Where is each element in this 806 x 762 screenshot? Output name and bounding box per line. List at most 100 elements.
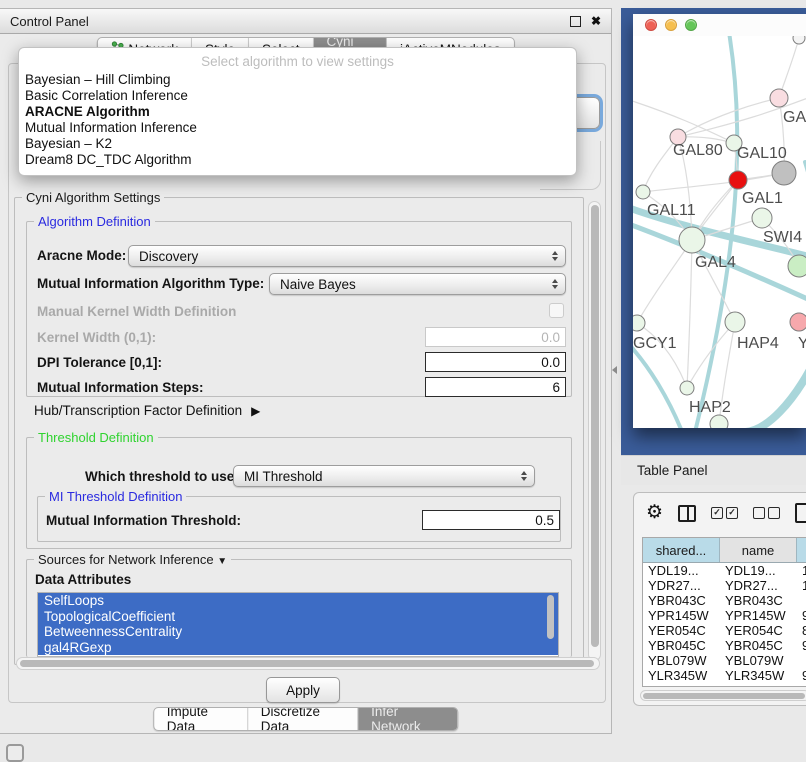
table-row[interactable]: YBR043CYBR043C (643, 593, 806, 608)
network-window-titlebar (633, 14, 806, 36)
which-threshold-combo[interactable]: MI Threshold (233, 465, 535, 487)
attribute-selfloops[interactable]: SelfLoops (38, 593, 558, 609)
hub-tf-definition-toggle[interactable]: Hub/Transcription Factor Definition ▶ (34, 403, 260, 418)
table-toolbar: ⚙ ✓ ✓ (646, 501, 806, 525)
table-row[interactable]: YDL19...YDL19...13 (643, 563, 806, 578)
algorithm-option-bayesian-k2[interactable]: Bayesian – K2 (19, 136, 576, 152)
manual-kernel-label: Manual Kernel Width Definition (37, 304, 236, 319)
tab-label: Discretize Data (261, 707, 344, 731)
panel-splitter-arrow[interactable] (612, 366, 617, 374)
table-cell: 9. (797, 638, 806, 653)
close-traffic-light-icon[interactable] (645, 19, 657, 31)
collapsed-panel-icon[interactable] (6, 744, 24, 762)
data-attributes-label: Data Attributes (35, 572, 131, 587)
table-row[interactable]: YPR145WYPR145W9. (643, 608, 806, 623)
table-cell: YDR27... (643, 578, 720, 593)
mi-threshold-group-title: MI Threshold Definition (45, 489, 186, 504)
table-horizontal-scrollbar (640, 690, 806, 701)
column-header-shared[interactable]: shared... (643, 538, 720, 562)
sources-group-title: Sources for Network Inference ▼ (34, 552, 231, 567)
table-cell: YER054C (643, 623, 720, 638)
column-header-name[interactable]: name (720, 538, 797, 562)
bottom-tab-infer-network[interactable]: Infer Network (358, 708, 457, 730)
minimize-traffic-light-icon[interactable] (665, 19, 677, 31)
network-canvas[interactable]: GALGAL80GAL10GAL1GAL11SWI4GAL4GCY1HAP4YH… (633, 36, 806, 428)
table-cell: YBR045C (643, 638, 720, 653)
algorithm-option-aracne-algorithm[interactable]: ARACNE Algorithm (19, 104, 576, 120)
network-edge (741, 354, 806, 428)
zoom-traffic-light-icon[interactable] (685, 19, 697, 31)
algorithm-dropdown-popup: Select algorithm to view settings Bayesi… (18, 47, 577, 176)
table-cell: YER054C (720, 623, 797, 638)
node-label: GAL1 (742, 190, 783, 207)
table-row[interactable]: YLR345WYLR345W9. (643, 668, 806, 683)
network-desktop-background: GALGAL80GAL10GAL1GAL11SWI4GAL4GCY1HAP4YH… (621, 8, 806, 455)
network-node-swi4[interactable] (788, 255, 806, 277)
table-row[interactable]: YBL079WYBL079W (643, 653, 806, 668)
table-row[interactable]: YDR27...YDR27...12 (643, 578, 806, 593)
node-label: GAL (783, 109, 806, 126)
data-attributes-list: SelfLoopsTopologicalCoefficientBetweenne… (37, 592, 559, 657)
attribute-topologicalcoefficient[interactable]: TopologicalCoefficient (38, 609, 558, 625)
select-all-icon[interactable]: ✓ ✓ (711, 507, 738, 519)
network-node-gal4[interactable] (679, 227, 705, 253)
deselect-all-icon[interactable] (753, 507, 780, 519)
bottom-tab-discretize-data[interactable]: Discretize Data (248, 708, 358, 730)
attribute-betweennesscentrality[interactable]: BetweennessCentrality (38, 624, 558, 640)
table-row[interactable]: YER054CYER054C8. (643, 623, 806, 638)
table-hscroll-thumb[interactable] (643, 693, 805, 699)
table-row[interactable]: YBR045CYBR045C9. (643, 638, 806, 653)
algorithm-option-basic-correlation-inference[interactable]: Basic Correlation Inference (19, 88, 576, 104)
split-columns-icon[interactable] (678, 505, 696, 522)
table-cell: YBR043C (643, 593, 720, 608)
network-node-gal[interactable] (770, 89, 788, 107)
network-edge (637, 323, 687, 388)
network-node-hap4[interactable] (725, 312, 745, 332)
network-node-gal1[interactable] (752, 208, 772, 228)
attr-list-vscroll-thumb[interactable] (547, 595, 554, 639)
settings-vscroll-thumb[interactable] (591, 205, 599, 647)
network-node[interactable] (793, 36, 805, 44)
table-cell: 9. (797, 608, 806, 623)
table-row[interactable]: YIL052CYIL052C9. (643, 683, 806, 687)
gear-icon[interactable]: ⚙ (646, 502, 663, 524)
chevron-right-icon: ▶ (251, 404, 260, 418)
algorithm-definition-group: Algorithm Definition Aracne Mode: Discov… (26, 221, 572, 397)
network-view-window: GALGAL80GAL10GAL1GAL11SWI4GAL4GCY1HAP4YH… (633, 14, 806, 428)
node-label: Y (798, 335, 806, 352)
dpi-tolerance-field[interactable] (425, 352, 566, 372)
unchecked-box-icon (768, 507, 780, 519)
table-cell: YIL052C (643, 683, 720, 687)
new-document-icon[interactable] (795, 503, 806, 523)
column-header-a[interactable]: A (797, 538, 806, 562)
bottom-tab-impute-data[interactable]: Impute Data (154, 708, 248, 730)
table-cell: 8. (797, 623, 806, 638)
aracne-mode-combo[interactable]: Discovery (128, 245, 566, 267)
network-node-gcy1[interactable] (633, 315, 645, 331)
network-node-gal11[interactable] (636, 185, 650, 199)
algorithm-option-mutual-information-inference[interactable]: Mutual Information Inference (19, 120, 576, 136)
network-node-y[interactable] (790, 313, 806, 331)
table-cell: YBL079W (720, 653, 797, 668)
apply-button[interactable]: Apply (266, 677, 340, 703)
node-label: HAP4 (737, 335, 779, 352)
network-node[interactable] (710, 415, 728, 428)
mi-steps-field[interactable] (425, 377, 566, 397)
mi-threshold-field[interactable] (422, 510, 560, 530)
table-cell: YDL19... (720, 563, 797, 578)
table-cell: 12 (797, 578, 806, 593)
algorithm-option-bayesian-hill-climbing[interactable]: Bayesian – Hill Climbing (19, 72, 576, 88)
network-node[interactable] (729, 171, 747, 189)
network-node-hap2[interactable] (680, 381, 694, 395)
table-body: YDL19...YDL19...13YDR27...YDR27...12YBR0… (643, 563, 806, 687)
table-cell: YBR043C (720, 593, 797, 608)
network-node[interactable] (772, 161, 796, 185)
attribute-gal4rgexp[interactable]: gal4RGexp (38, 640, 558, 656)
algorithm-option-dream8-dc-tdc-algorithm[interactable]: Dream8 DC_TDC Algorithm (19, 152, 576, 168)
float-window-icon[interactable] (570, 16, 581, 27)
mi-algorithm-type-combo[interactable]: Naive Bayes (269, 273, 566, 295)
chevron-down-icon[interactable]: ▼ (217, 556, 227, 567)
close-icon[interactable]: ✖ (591, 15, 601, 27)
settings-hscroll-thumb[interactable] (20, 660, 594, 667)
table-header-row: shared...nameA (643, 538, 806, 563)
